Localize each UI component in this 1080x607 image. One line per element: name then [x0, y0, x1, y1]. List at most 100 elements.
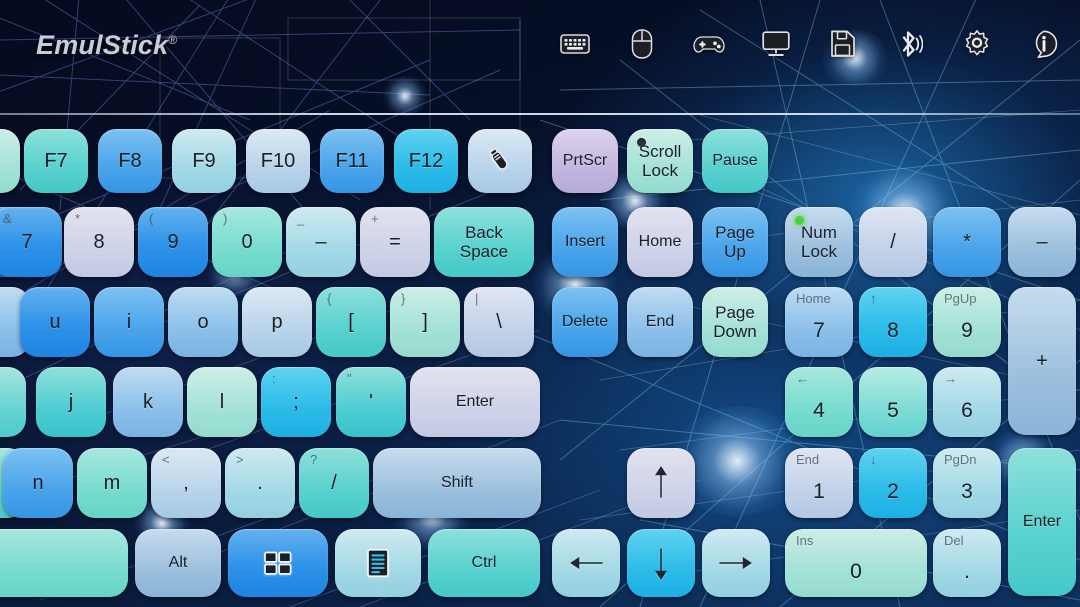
key-numpad-9[interactable]: PgUp 9	[933, 287, 1001, 357]
key-h[interactable]: h	[0, 367, 26, 437]
toolbar-info-button[interactable]	[1026, 24, 1062, 64]
key-numpad-plus[interactable]: +	[1008, 287, 1076, 435]
key-enter[interactable]: Enter	[410, 367, 540, 437]
toolbar-mouse-button[interactable]	[624, 24, 660, 64]
key-numpad-0-secondary-label: Ins	[796, 533, 814, 548]
key-menu[interactable]	[335, 529, 421, 597]
key-enter-label: Enter	[455, 393, 495, 411]
gear-icon	[963, 30, 991, 58]
toolbar-save-button[interactable]	[825, 24, 861, 64]
key-numpad-minus[interactable]: –	[1008, 207, 1076, 277]
key-minus[interactable]: _ –	[286, 207, 356, 277]
key-windows[interactable]	[228, 529, 328, 597]
key-numpad-enter-label: Enter	[1022, 513, 1062, 531]
key-space[interactable]	[0, 529, 128, 597]
key-u[interactable]: u	[20, 287, 90, 357]
key-bracket-right-label: ]	[422, 310, 428, 333]
key-slash[interactable]: ? /	[299, 448, 369, 518]
key-quote-secondary-label: "	[347, 371, 352, 386]
key-f8[interactable]: F8	[98, 129, 162, 193]
key-numpad-multiply[interactable]: *	[933, 207, 1001, 277]
key-usb-stick[interactable]	[468, 129, 532, 193]
key-numpad-7[interactable]: Home 7	[785, 287, 853, 357]
key-f7[interactable]: F7	[24, 129, 88, 193]
key-arrow-up[interactable]	[627, 448, 695, 518]
key-equal[interactable]: + =	[360, 207, 430, 277]
key-k[interactable]: k	[113, 367, 183, 437]
arrow-left-icon	[564, 549, 608, 577]
key-9[interactable]: (9	[138, 207, 208, 277]
key-numpad-1-label: 1	[813, 480, 825, 504]
key-page-down[interactable]: Page Down	[702, 287, 768, 357]
key-f10[interactable]: F10	[246, 129, 310, 193]
key-arrow-down[interactable]	[627, 529, 695, 597]
key-i[interactable]: i	[94, 287, 164, 357]
key-f11[interactable]: F11	[320, 129, 384, 193]
key-home[interactable]: Home	[627, 207, 693, 277]
key-numpad-decimal[interactable]: Del.	[933, 529, 1001, 597]
key-n[interactable]: n	[3, 448, 73, 518]
key-f12[interactable]: F12	[394, 129, 458, 193]
key-j[interactable]: j	[36, 367, 106, 437]
toolbar-settings-button[interactable]	[959, 24, 995, 64]
toolbar-keyboard-button[interactable]	[557, 24, 593, 64]
key-scroll-lock-led-indicator	[637, 138, 646, 147]
key-quote[interactable]: " '	[336, 367, 406, 437]
toolbar-monitor-button[interactable]	[758, 24, 794, 64]
key-numpad-2-label: 2	[887, 480, 899, 504]
key-semicolon[interactable]: :;	[261, 367, 331, 437]
key-insert[interactable]: Insert	[552, 207, 618, 277]
key-numpad-enter[interactable]: Enter	[1008, 448, 1076, 596]
key-l[interactable]: l	[187, 367, 257, 437]
toolbar-bluetooth-button[interactable]	[892, 24, 928, 64]
windows-icon	[263, 550, 293, 576]
toolbar-gamepad-button[interactable]	[691, 24, 727, 64]
key-f9[interactable]: F9	[172, 129, 236, 193]
key-numpad-8[interactable]: ↑ 8	[859, 287, 927, 357]
key-arrow-left[interactable]	[552, 529, 620, 597]
key-numpad-4-secondary-label: ←	[796, 371, 809, 386]
key-page-up[interactable]: Page Up	[702, 207, 768, 277]
key-8[interactable]: * 8	[64, 207, 134, 277]
key-numpad-4[interactable]: ← 4	[785, 367, 853, 437]
key-bracket-right[interactable]: }]	[390, 287, 460, 357]
key-arrow-right[interactable]	[702, 529, 770, 597]
key-pause[interactable]: Pause	[702, 129, 768, 193]
key-u-label: u	[49, 310, 61, 333]
key-numpad-0[interactable]: Ins 0	[785, 529, 927, 597]
key-bracket-left[interactable]: {[	[316, 287, 386, 357]
key-delete[interactable]: Delete	[552, 287, 618, 357]
key-7[interactable]: & 7	[0, 207, 62, 277]
top-bar: EmulStick®	[0, 0, 1080, 115]
key-shift-right[interactable]: Shift	[373, 448, 541, 518]
key-numpad-1[interactable]: End 1	[785, 448, 853, 518]
key-ctrl-right[interactable]: Ctrl	[428, 529, 540, 597]
key-numpad-2[interactable]: ↓ 2	[859, 448, 927, 518]
key-semicolon-label: ;	[293, 390, 299, 413]
key-period[interactable]: >.	[225, 448, 295, 518]
key-backspace[interactable]: Back Space	[434, 207, 534, 277]
key-num-lock[interactable]: Num Lock	[785, 207, 853, 277]
key-p[interactable]: p	[242, 287, 312, 357]
key-f6[interactable]: F6	[0, 129, 20, 193]
key-numpad-3[interactable]: PgDn 3	[933, 448, 1001, 518]
key-0[interactable]: ) 0	[212, 207, 282, 277]
key-o[interactable]: o	[168, 287, 238, 357]
key-i-label: i	[126, 310, 132, 333]
key-numpad-divide[interactable]: /	[859, 207, 927, 277]
key-numpad-6[interactable]: → 6	[933, 367, 1001, 437]
key-alt-right[interactable]: Alt	[135, 529, 221, 597]
key-end[interactable]: End	[627, 287, 693, 357]
key-bracket-left-label: [	[348, 310, 354, 333]
key-scroll-lock[interactable]: Scroll Lock	[627, 129, 693, 193]
key-delete-label: Delete	[561, 313, 609, 331]
key-m[interactable]: m	[77, 448, 147, 518]
key-numpad-9-label: 9	[961, 319, 973, 343]
key-numpad-multiply-label: *	[963, 230, 971, 253]
key-numpad-5[interactable]: 5	[859, 367, 927, 437]
key-backslash[interactable]: | \	[464, 287, 534, 357]
key-prtscr[interactable]: PrtScr	[552, 129, 618, 193]
key-comma[interactable]: <,	[151, 448, 221, 518]
key-j-label: j	[68, 390, 74, 413]
emulstick-app: EmulStick® F7 F8 F9 F10 F11 F12 PrtScr S…	[0, 0, 1080, 607]
